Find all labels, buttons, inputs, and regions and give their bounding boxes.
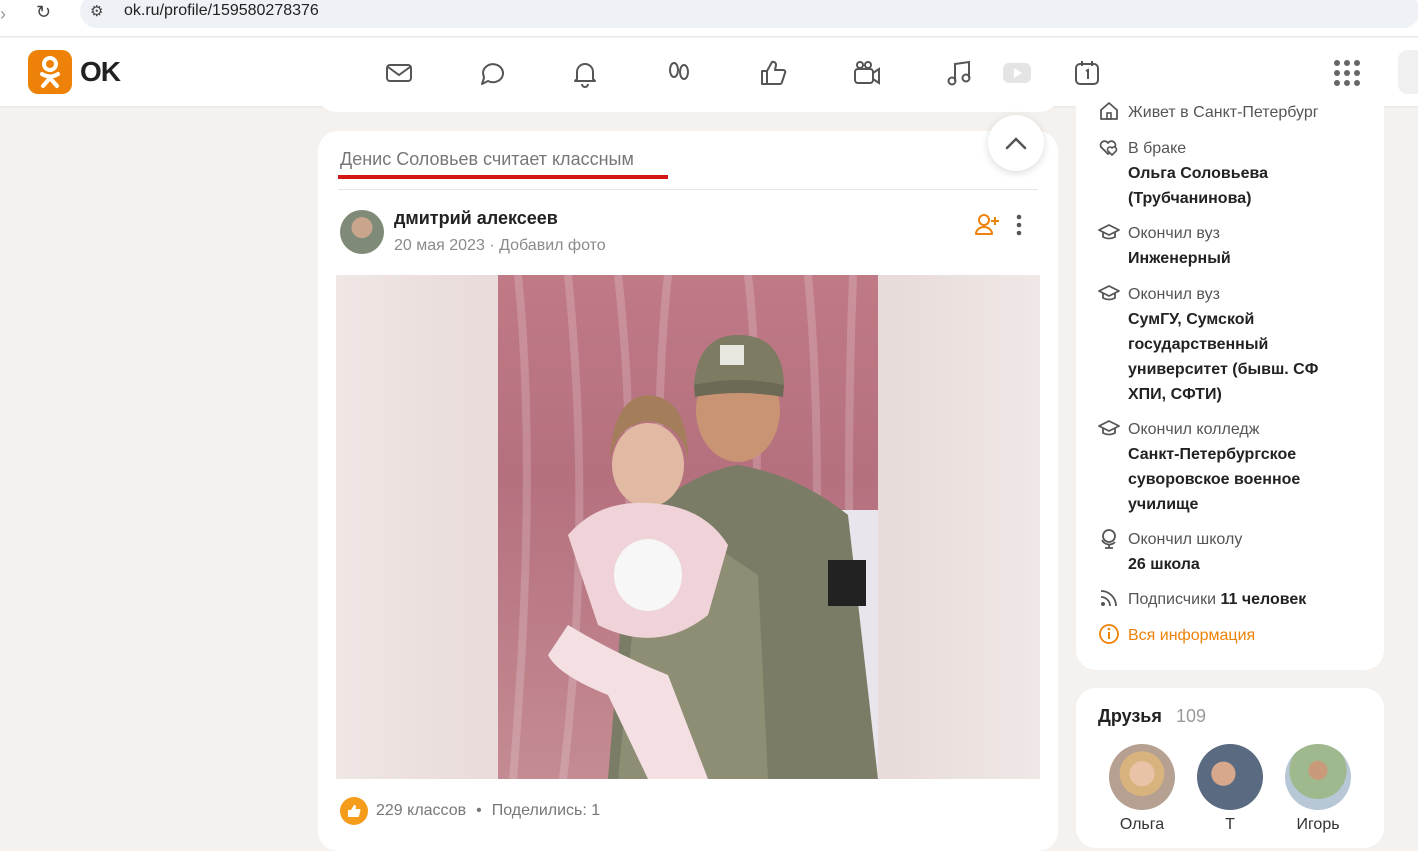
uni2-name[interactable]: СумГУ, Сумской государственный университ… bbox=[1128, 307, 1338, 407]
post-action: Добавил фото bbox=[499, 237, 606, 254]
author-avatar[interactable] bbox=[340, 210, 384, 254]
mail-icon[interactable] bbox=[380, 54, 418, 92]
friend-avatar bbox=[1197, 744, 1263, 810]
graduation-cap-icon bbox=[1098, 420, 1120, 436]
friend-name: Т bbox=[1225, 816, 1235, 833]
ok-logo-icon[interactable] bbox=[28, 50, 72, 94]
info-row-all: Вся информация bbox=[1098, 623, 1255, 648]
info-row-uni2: Окончил вуз СумГУ, Сумской государственн… bbox=[1098, 282, 1338, 407]
url-text[interactable]: ok.ru/profile/159580278376 bbox=[124, 2, 319, 20]
post-meta: 20 мая 2023 · Добавил фото bbox=[394, 237, 606, 255]
add-friend-icon[interactable] bbox=[974, 211, 1000, 237]
graduation-cap-icon bbox=[1098, 285, 1120, 301]
friend-name: Ольга bbox=[1119, 816, 1165, 833]
post-date: 20 мая 2023 bbox=[394, 237, 485, 254]
feed-card: Денис Соловьев считает классным дмитрий … bbox=[318, 115, 1058, 851]
more-options-icon[interactable] bbox=[1014, 213, 1024, 237]
friend-item[interactable]: Ольга bbox=[1109, 744, 1175, 834]
lives-text: Живет в Санкт-Петербург bbox=[1128, 104, 1319, 121]
browser-address-bar: › ↻ ⚙ ok.ru/profile/159580278376 bbox=[0, 0, 1418, 37]
info-icon bbox=[1099, 624, 1119, 644]
site-settings-icon[interactable]: ⚙ bbox=[90, 2, 103, 20]
subscribers-block[interactable]: Подписчики 11 человек bbox=[1128, 587, 1306, 612]
music-icon[interactable] bbox=[940, 54, 978, 92]
uni2-label: Окончил вуз bbox=[1128, 286, 1220, 303]
video-play-icon[interactable] bbox=[1000, 54, 1034, 92]
college-name[interactable]: Санкт-Петербургское суворовское военное … bbox=[1128, 442, 1328, 517]
previous-card bbox=[318, 90, 1058, 112]
friend-item[interactable]: Игорь bbox=[1285, 744, 1351, 834]
friend-name: Игорь bbox=[1296, 816, 1340, 833]
info-row-uni1: Окончил вуз Инженерный bbox=[1098, 221, 1231, 271]
edge-button[interactable] bbox=[1398, 50, 1418, 94]
post-photo[interactable] bbox=[336, 275, 1040, 779]
info-row-school: Окончил школу 26 школа bbox=[1098, 527, 1242, 577]
hearts-icon bbox=[1099, 140, 1118, 156]
rss-icon bbox=[1100, 590, 1117, 607]
school-block: Окончил школу 26 школа bbox=[1128, 527, 1242, 577]
all-info-link[interactable]: Вся информация bbox=[1128, 623, 1255, 648]
married-label: В браке bbox=[1128, 140, 1187, 157]
apps-grid-icon[interactable] bbox=[1332, 58, 1362, 88]
scroll-up-button[interactable] bbox=[988, 115, 1044, 171]
chevron-up-icon bbox=[1005, 137, 1027, 150]
subscribers-count: 11 человек bbox=[1220, 591, 1307, 608]
info-row-married: В браке Ольга Соловьева (Трубчанинова) bbox=[1098, 136, 1278, 211]
post-reactions: 229 классов • Поделились: 1 bbox=[340, 797, 600, 825]
college-block: Окончил колледж Санкт-Петербургское суво… bbox=[1128, 417, 1328, 517]
info-row-subscribers: Подписчики 11 человек bbox=[1098, 587, 1306, 612]
profile-info-panel: Живет в Санкт-Петербург В браке Ольга Со… bbox=[1076, 90, 1384, 670]
bell-icon[interactable] bbox=[566, 54, 604, 92]
calendar-icon[interactable] bbox=[1068, 54, 1106, 92]
feed-reason[interactable]: Денис Соловьев считает классным bbox=[340, 149, 634, 170]
school-label: Окончил школу bbox=[1128, 531, 1243, 548]
likes-count[interactable]: 229 классов bbox=[376, 802, 466, 820]
friends-title[interactable]: Друзья bbox=[1098, 706, 1162, 727]
home-icon bbox=[1100, 102, 1118, 120]
likes-icon[interactable] bbox=[754, 54, 792, 92]
forward-icon[interactable]: › bbox=[0, 4, 6, 25]
uni1-label: Окончил вуз bbox=[1128, 225, 1220, 242]
video-icon[interactable] bbox=[848, 54, 886, 92]
friend-avatar bbox=[1109, 744, 1175, 810]
college-label: Окончил колледж bbox=[1128, 421, 1260, 438]
uni1-name[interactable]: Инженерный bbox=[1128, 246, 1231, 271]
guests-icon[interactable] bbox=[660, 54, 698, 92]
graduation-cap-icon bbox=[1098, 224, 1120, 240]
subscribers-label: Подписчики bbox=[1128, 591, 1217, 608]
like-icon[interactable] bbox=[340, 797, 368, 825]
spouse-name[interactable]: Ольга Соловьева (Трубчанинова) bbox=[1128, 161, 1278, 211]
meta-dot: · bbox=[489, 237, 500, 254]
red-underline bbox=[338, 175, 668, 179]
shares-count[interactable]: Поделились: 1 bbox=[492, 802, 600, 820]
globe-icon bbox=[1101, 529, 1116, 549]
info-row-college: Окончил колледж Санкт-Петербургское суво… bbox=[1098, 417, 1328, 517]
uni1-block: Окончил вуз Инженерный bbox=[1128, 221, 1231, 271]
friends-panel: Друзья 109 Ольга Т Игорь bbox=[1076, 688, 1384, 848]
married-block: В браке Ольга Соловьева (Трубчанинова) bbox=[1128, 136, 1278, 211]
friend-item[interactable]: Т bbox=[1197, 744, 1263, 834]
post-author[interactable]: дмитрий алексеев bbox=[394, 208, 558, 229]
chat-icon[interactable] bbox=[474, 54, 512, 92]
friends-count: 109 bbox=[1176, 706, 1207, 726]
friend-avatar bbox=[1285, 744, 1351, 810]
school-name[interactable]: 26 школа bbox=[1128, 552, 1242, 577]
reactions-dot: • bbox=[476, 802, 482, 819]
ok-logo-text[interactable]: OK bbox=[80, 56, 121, 88]
uni2-block: Окончил вуз СумГУ, Сумской государственн… bbox=[1128, 282, 1338, 407]
photo-image bbox=[498, 275, 878, 779]
reload-icon[interactable]: ↻ bbox=[36, 2, 51, 23]
divider bbox=[338, 189, 1038, 190]
info-row-lives: Живет в Санкт-Петербург bbox=[1098, 100, 1319, 125]
